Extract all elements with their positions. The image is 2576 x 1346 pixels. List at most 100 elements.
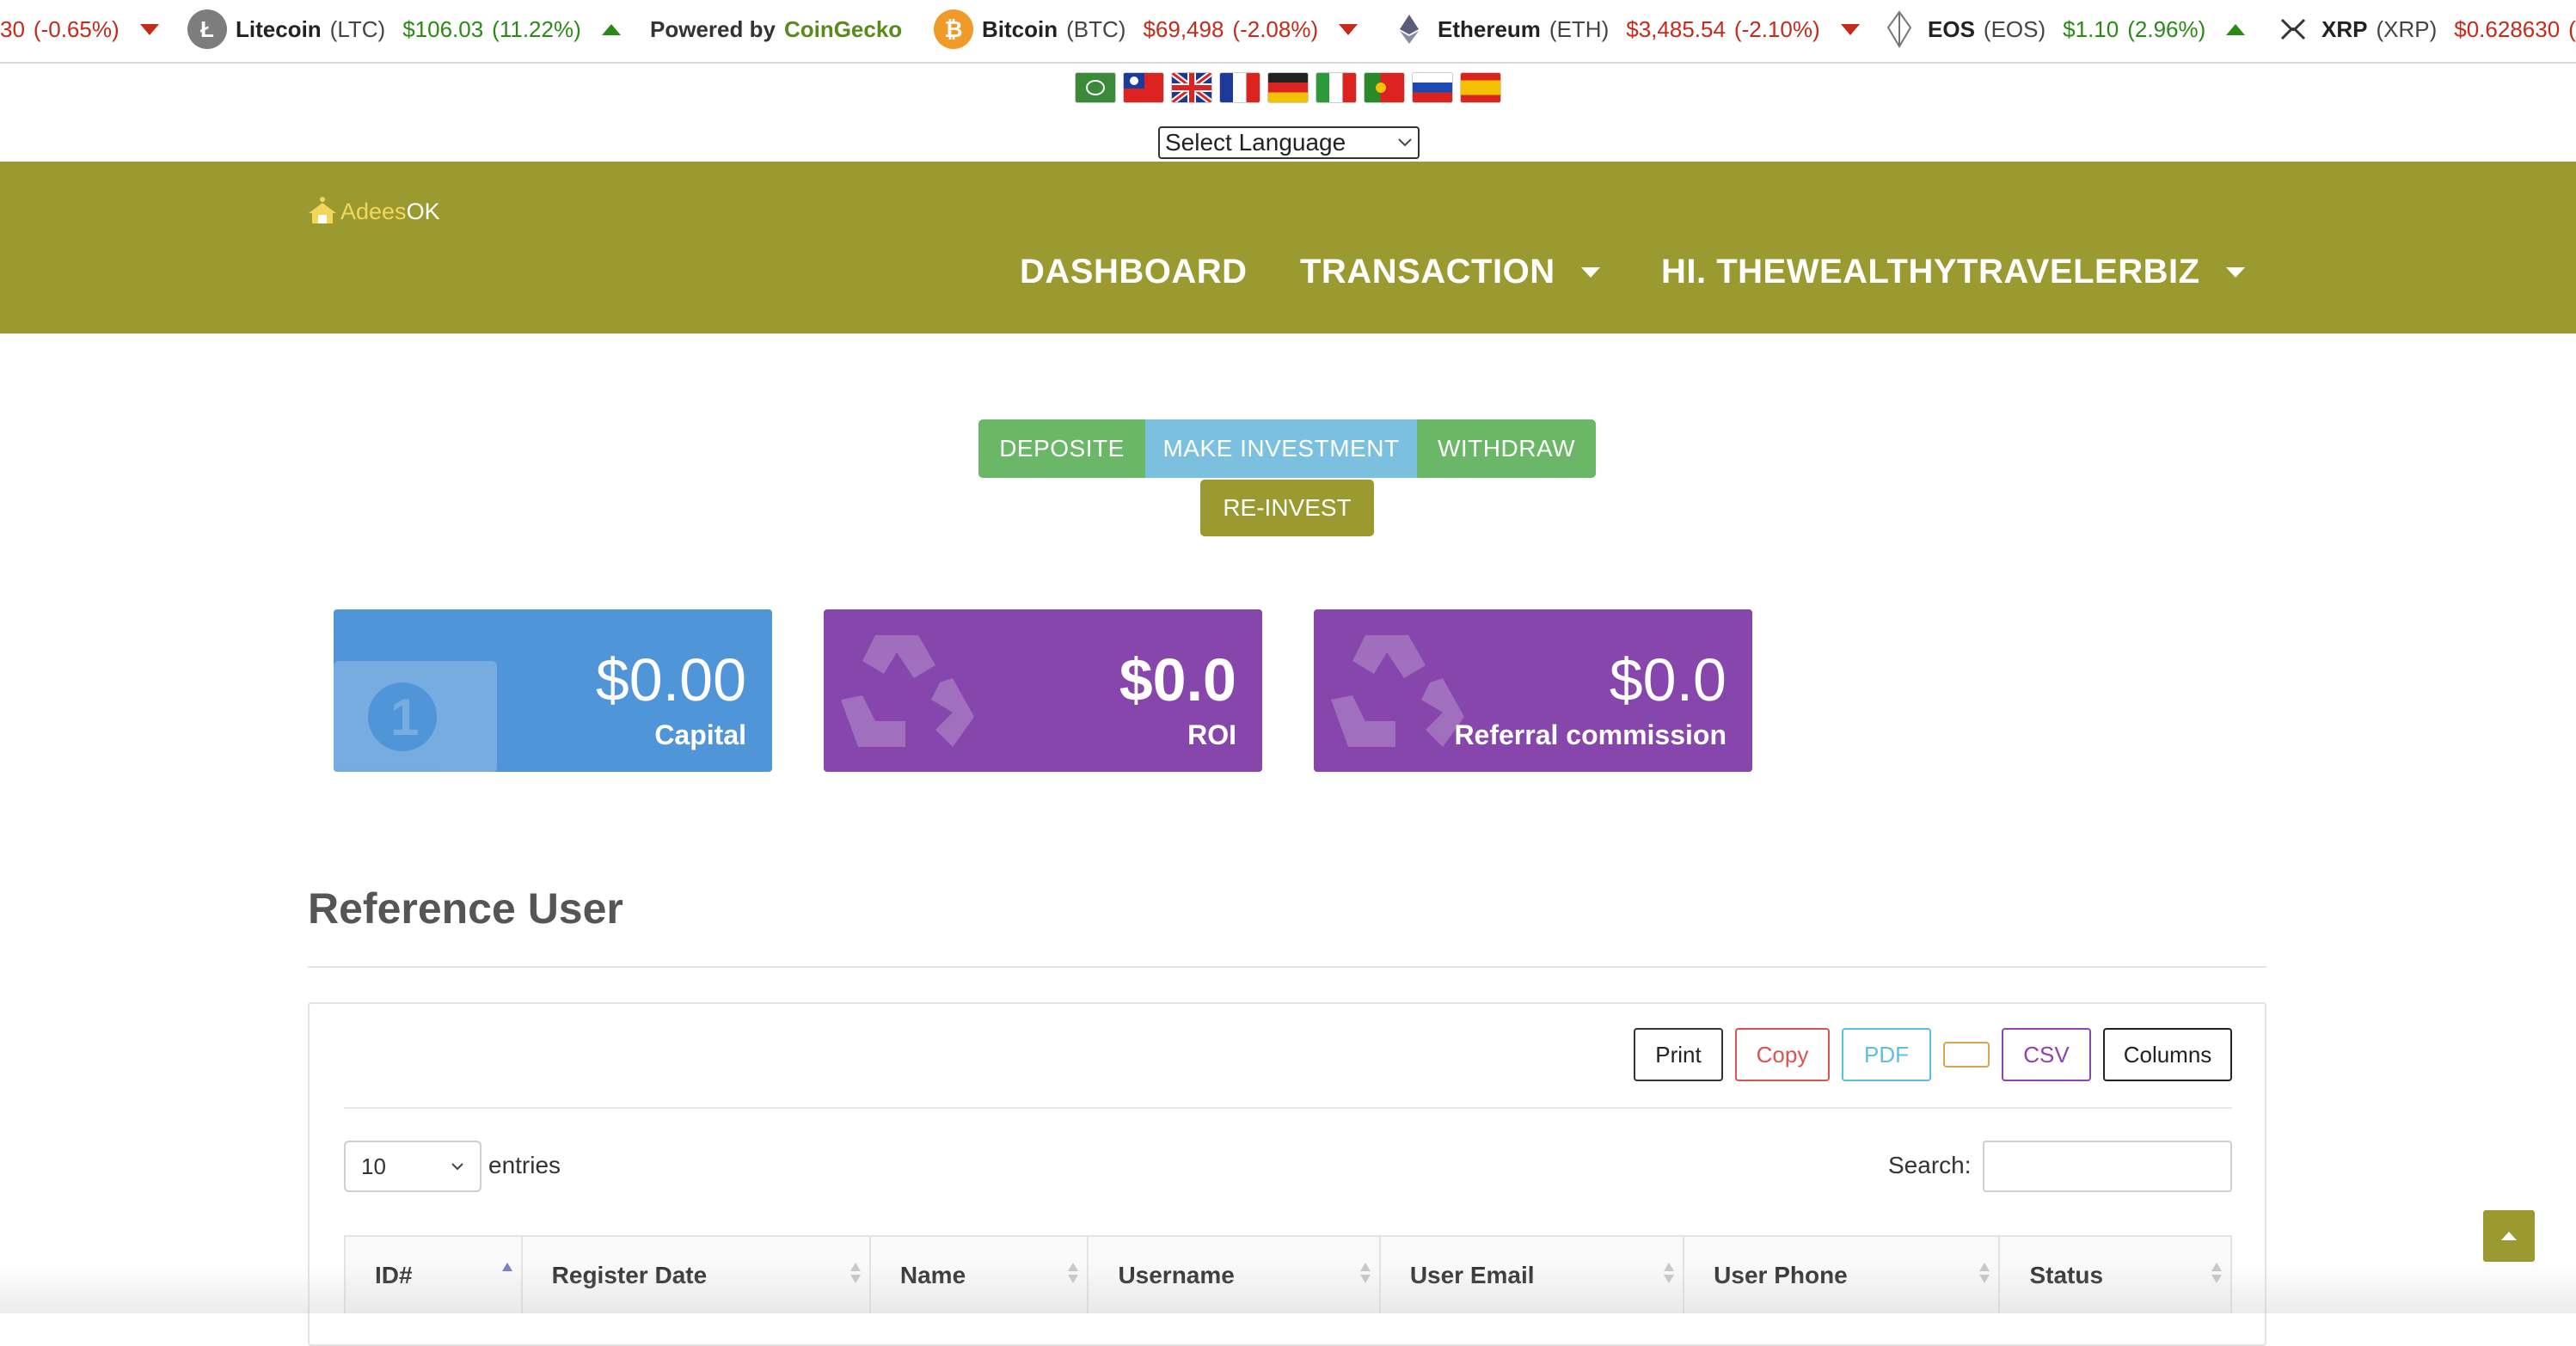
excel-button[interactable] bbox=[1943, 1042, 1990, 1068]
nav-transaction-label: TRANSACTION bbox=[1300, 253, 1555, 291]
ticker-name: Litecoin bbox=[236, 16, 322, 42]
nav-dashboard-label: DASHBOARD bbox=[1020, 253, 1248, 291]
coingecko-link[interactable]: CoinGecko bbox=[784, 0, 902, 58]
copy-button[interactable]: Copy bbox=[1735, 1028, 1830, 1081]
select-language-dropdown[interactable]: Select Language bbox=[1158, 126, 1420, 159]
column-header-id[interactable]: ID# bbox=[346, 1237, 523, 1313]
portugal-flag-icon[interactable] bbox=[1364, 72, 1405, 103]
ticker-change: (2.96%) bbox=[2127, 16, 2206, 42]
money-icon: 1 bbox=[334, 661, 497, 772]
language-flags bbox=[1075, 72, 1501, 103]
eos-icon bbox=[1880, 9, 1919, 49]
bitcoin-icon: ₿ bbox=[934, 9, 973, 49]
ticker-change: (-2.08%) bbox=[1232, 16, 1319, 42]
section-divider bbox=[308, 966, 2266, 968]
table-search-input[interactable] bbox=[1983, 1141, 2232, 1192]
roi-label: ROI bbox=[1187, 719, 1236, 750]
csv-button[interactable]: CSV bbox=[2002, 1028, 2091, 1081]
ticker-symbol: (LTC) bbox=[329, 16, 386, 42]
sort-icon bbox=[1664, 1263, 1675, 1288]
nav-user-menu[interactable]: HI. THEWEALTHYTRAVELERBIZ bbox=[1661, 253, 2245, 291]
entries-value: 10 bbox=[361, 1153, 386, 1179]
ticker-name: Ethereum bbox=[1438, 16, 1541, 42]
select-language-value: Select Language bbox=[1165, 129, 1346, 156]
withdraw-button[interactable]: WITHDRAW bbox=[1417, 419, 1596, 478]
ticker-name: Bitcoin bbox=[982, 16, 1058, 42]
action-button-group: DEPOSITE MAKE INVESTMENT WITHDRAW bbox=[978, 419, 1596, 478]
ticker-item-xrp[interactable]: XRP (XRP) $0.628630 (- bbox=[2273, 0, 2576, 58]
toolbar-divider bbox=[344, 1107, 2232, 1109]
ticker-item[interactable]: 30 (-0.65%) bbox=[0, 0, 159, 58]
sort-ascending-icon bbox=[501, 1263, 512, 1288]
pdf-button[interactable]: PDF bbox=[1842, 1028, 1931, 1081]
column-header-status[interactable]: Status bbox=[2000, 1237, 2230, 1313]
nav-transaction[interactable]: TRANSACTION bbox=[1300, 253, 1600, 291]
ticker-price: $0.628630 bbox=[2454, 16, 2561, 42]
ticker-price: $69,498 bbox=[1143, 16, 1224, 42]
deposite-button[interactable]: DEPOSITE bbox=[978, 419, 1145, 478]
ticker-name: EOS bbox=[1928, 16, 1975, 42]
uk-flag-icon[interactable] bbox=[1171, 72, 1212, 103]
recycle-icon bbox=[841, 635, 974, 747]
nav-user-label: HI. THEWEALTHYTRAVELERBIZ bbox=[1661, 253, 2200, 291]
germany-flag-icon[interactable] bbox=[1267, 72, 1309, 103]
ticker-item-ethereum[interactable]: Ethereum (ETH) $3,485.54 (-2.10%) bbox=[1389, 0, 1860, 58]
ticker-item-litecoin[interactable]: Ł Litecoin (LTC) $106.03 (11.22%) bbox=[187, 0, 621, 58]
ticker-price: $3,485.54 bbox=[1626, 16, 1726, 42]
site-logo[interactable]: AdeesOK bbox=[308, 196, 440, 225]
house-icon bbox=[309, 197, 336, 223]
logo-text: AdeesOK bbox=[340, 199, 440, 224]
sort-icon bbox=[1359, 1263, 1371, 1288]
make-investment-label: MAKE INVESTMENT bbox=[1162, 435, 1400, 462]
caret-down-icon bbox=[2225, 266, 2245, 278]
ticker-name: XRP bbox=[2321, 16, 2368, 42]
re-invest-label: RE-INVEST bbox=[1223, 494, 1352, 521]
caret-down-icon bbox=[1580, 266, 1600, 278]
column-header-user-phone[interactable]: User Phone bbox=[1684, 1237, 2001, 1313]
ticker-symbol: (XRP) bbox=[2376, 16, 2438, 42]
litecoin-icon: Ł bbox=[187, 9, 227, 49]
column-header-name[interactable]: Name bbox=[871, 1237, 1089, 1313]
france-flag-icon[interactable] bbox=[1219, 72, 1260, 103]
ticker-symbol: (BTC) bbox=[1066, 16, 1126, 42]
down-arrow-icon bbox=[1840, 23, 1860, 35]
italy-flag-icon[interactable] bbox=[1316, 72, 1357, 103]
scroll-to-top-button[interactable] bbox=[2483, 1210, 2535, 1262]
arabic-flag-icon[interactable] bbox=[1075, 72, 1116, 103]
sort-icon bbox=[849, 1263, 861, 1288]
referral-commission-card: $0.0 Referral commission bbox=[1314, 609, 1752, 772]
taiwan-flag-icon[interactable] bbox=[1123, 72, 1164, 103]
ticker-change: (11.22%) bbox=[492, 16, 581, 42]
ticker-change: (-0.65%) bbox=[33, 16, 120, 42]
russia-flag-icon[interactable] bbox=[1412, 72, 1453, 103]
reference-user-title: Reference User bbox=[308, 884, 623, 933]
powered-by-label: Powered by bbox=[650, 16, 776, 42]
re-invest-button[interactable]: RE-INVEST bbox=[1200, 480, 1374, 536]
ticker-item-eos[interactable]: EOS (EOS) $1.10 (2.96%) bbox=[1880, 0, 2246, 58]
up-arrow-icon bbox=[601, 23, 621, 35]
column-header-username[interactable]: Username bbox=[1089, 1237, 1381, 1313]
sort-icon bbox=[2211, 1263, 2222, 1288]
referral-commission-label: Referral commission bbox=[1454, 719, 1727, 750]
powered-by[interactable]: Powered by CoinGecko bbox=[650, 0, 902, 58]
table-export-toolbar: Print Copy PDF CSV Columns bbox=[1634, 1028, 2232, 1081]
main-header: AdeesOK DASHBOARD TRANSACTION HI. THEWEA… bbox=[0, 162, 2576, 333]
column-header-user-email[interactable]: User Email bbox=[1381, 1237, 1685, 1313]
entries-per-page-select[interactable]: 10 bbox=[344, 1141, 481, 1192]
ticker-item-bitcoin[interactable]: ₿ Bitcoin (BTC) $69,498 (-2.08%) bbox=[934, 0, 1359, 58]
ticker-price: $106.03 bbox=[402, 16, 484, 42]
columns-button[interactable]: Columns bbox=[2103, 1028, 2232, 1081]
referral-commission-value: $0.0 bbox=[1609, 646, 1727, 713]
chevron-down-icon bbox=[1398, 138, 1412, 147]
sort-icon bbox=[1979, 1263, 1990, 1288]
xrp-icon bbox=[2273, 9, 2313, 49]
column-header-register-date[interactable]: Register Date bbox=[523, 1237, 871, 1313]
spain-flag-icon[interactable] bbox=[1460, 72, 1501, 103]
ticker-symbol: (EOS) bbox=[1983, 16, 2046, 42]
sort-icon bbox=[1068, 1263, 1079, 1288]
make-investment-button[interactable]: MAKE INVESTMENT bbox=[1145, 419, 1417, 478]
print-button[interactable]: Print bbox=[1634, 1028, 1723, 1081]
chevron-down-icon bbox=[451, 1163, 463, 1171]
nav-dashboard[interactable]: DASHBOARD bbox=[1020, 253, 1248, 291]
withdraw-label: WITHDRAW bbox=[1437, 435, 1576, 462]
